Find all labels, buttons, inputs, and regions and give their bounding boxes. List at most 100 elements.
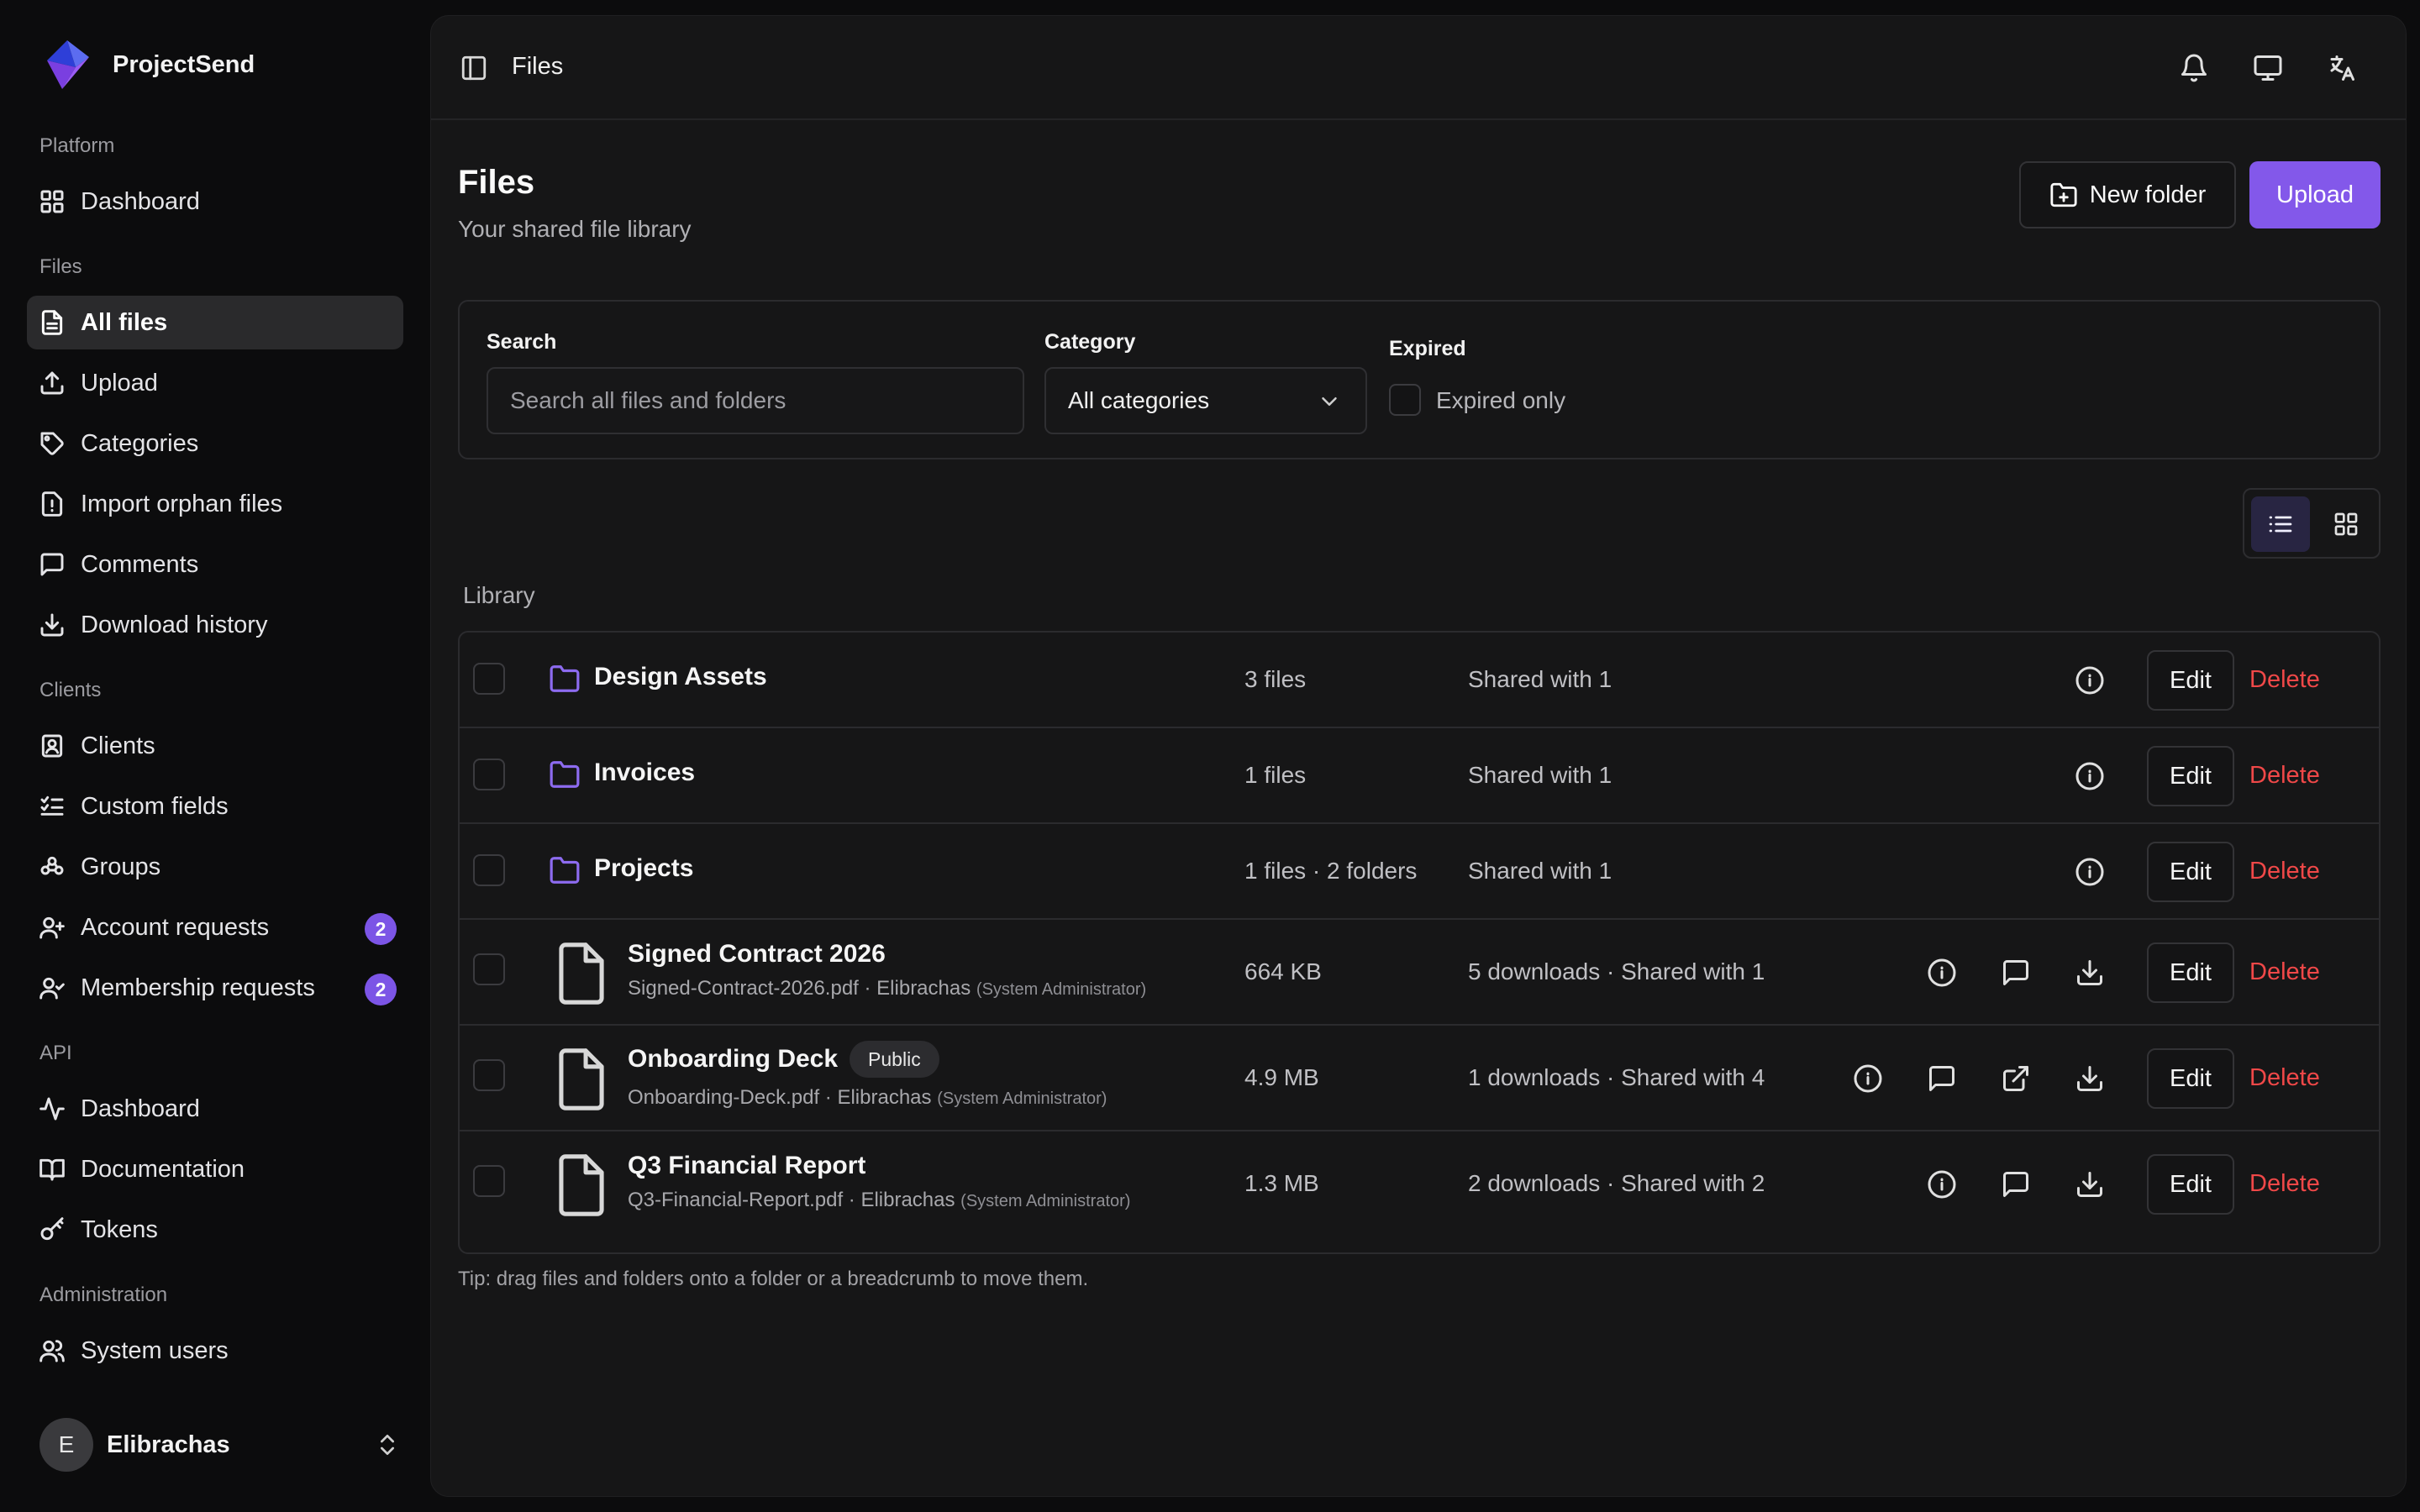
file-title-text: Onboarding Deck: [628, 1045, 839, 1073]
new-folder-label: New folder: [2089, 181, 2207, 208]
table-row[interactable]: Projects 1 files · 2 folders Shared with…: [460, 824, 2379, 920]
delete-button[interactable]: Delete: [2249, 666, 2320, 694]
tags-icon: [40, 432, 64, 455]
row-checkbox[interactable]: [473, 1059, 505, 1091]
edit-button[interactable]: Edit: [2147, 650, 2234, 711]
sidebar-item-custom-fields[interactable]: Custom fields: [27, 780, 403, 833]
sidebar-toggle-icon[interactable]: [460, 54, 488, 82]
category-label: Category: [1044, 330, 1136, 354]
folder-name[interactable]: Invoices: [594, 759, 695, 787]
upload-button[interactable]: Upload: [2249, 161, 2381, 228]
file-filename: Onboarding-Deck.pdf · Elibrachas: [628, 1086, 932, 1109]
file-title[interactable]: Q3 Financial Report: [628, 1152, 865, 1180]
row-checkbox[interactable]: [473, 663, 505, 695]
file-meta: Signed-Contract-2026.pdf · Elibrachas (S…: [628, 977, 1146, 1000]
key-icon: [40, 1217, 64, 1241]
sidebar-item-api-dashboard[interactable]: Dashboard: [27, 1082, 403, 1136]
comment-icon[interactable]: [2001, 1169, 2031, 1200]
folder-shared: Shared with 1: [1468, 762, 1612, 788]
sidebar-item-label: System users: [81, 1336, 229, 1364]
file-title[interactable]: Onboarding Deck Public: [628, 1041, 939, 1078]
row-checkbox[interactable]: [473, 759, 505, 790]
edit-button[interactable]: Edit: [2147, 1154, 2234, 1215]
file-filename: Q3-Financial-Report.pdf · Elibrachas: [628, 1189, 955, 1211]
delete-button[interactable]: Delete: [2249, 858, 2320, 885]
download-icon[interactable]: [2075, 1169, 2105, 1200]
sidebar-item-comments[interactable]: Comments: [27, 538, 403, 591]
table-row[interactable]: Invoices 1 files Shared with 1 Edit Dele…: [460, 728, 2379, 824]
user-menu[interactable]: E Elibrachas: [39, 1418, 401, 1472]
delete-button[interactable]: Delete: [2249, 1170, 2320, 1198]
count-badge: 2: [365, 913, 397, 945]
row-checkbox[interactable]: [473, 854, 505, 886]
info-icon[interactable]: [1853, 1063, 1883, 1094]
folder-name[interactable]: Projects: [594, 854, 693, 883]
file-owner-role: (System Administrator): [976, 980, 1147, 999]
bell-icon[interactable]: [2179, 53, 2209, 83]
edit-button[interactable]: Edit: [2147, 746, 2234, 806]
sidebar-item-clients[interactable]: Clients: [27, 719, 403, 773]
list-view-button[interactable]: [2251, 496, 2310, 552]
category-select[interactable]: All categories: [1044, 367, 1367, 434]
search-input[interactable]: [487, 367, 1024, 434]
sidebar-item-download-history[interactable]: Download history: [27, 598, 403, 652]
sidebar-item-system-users[interactable]: System users: [27, 1324, 403, 1378]
projectsend-logo-icon: [47, 40, 89, 89]
file-title[interactable]: Signed Contract 2026: [628, 940, 886, 969]
folder-plus-icon: [2050, 182, 2077, 207]
sidebar-item-tokens[interactable]: Tokens: [27, 1203, 403, 1257]
sidebar-item-dashboard[interactable]: Dashboard: [27, 175, 403, 228]
file-stats: 5 downloads · Shared with 1: [1468, 958, 1765, 984]
new-folder-button[interactable]: New folder: [2019, 161, 2236, 228]
activity-icon: [39, 1097, 65, 1121]
sidebar-item-documentation[interactable]: Documentation: [27, 1142, 403, 1196]
file-stats: 1 downloads · Shared with 4: [1468, 1064, 1765, 1090]
sidebar-item-account-requests[interactable]: Account requests 2: [27, 900, 403, 954]
info-icon[interactable]: [2075, 665, 2105, 696]
edit-button[interactable]: Edit: [2147, 842, 2234, 902]
sidebar-item-upload[interactable]: Upload: [27, 356, 403, 410]
row-checkbox[interactable]: [473, 953, 505, 985]
info-icon[interactable]: [2075, 761, 2105, 791]
row-checkbox[interactable]: [473, 1165, 505, 1197]
download-icon[interactable]: [2075, 1063, 2105, 1094]
comment-icon[interactable]: [1927, 1063, 1957, 1094]
grid-view-button[interactable]: [2317, 496, 2375, 552]
brand[interactable]: ProjectSend: [42, 39, 255, 91]
info-icon[interactable]: [2075, 857, 2105, 887]
external-link-icon[interactable]: [2001, 1063, 2031, 1094]
sidebar-item-label: Dashboard: [81, 187, 200, 215]
table-row[interactable]: Signed Contract 2026 Signed-Contract-202…: [460, 920, 2379, 1026]
comment-icon[interactable]: [2001, 958, 2031, 988]
expired-label: Expired: [1389, 337, 1466, 360]
document-icon: [559, 1048, 604, 1110]
section-clients: Clients: [39, 679, 102, 701]
download-icon[interactable]: [2075, 958, 2105, 988]
table-row[interactable]: Q3 Financial Report Q3-Financial-Report.…: [460, 1131, 2379, 1252]
breadcrumb[interactable]: Files: [512, 53, 563, 81]
info-icon[interactable]: [1927, 958, 1957, 988]
table-row[interactable]: Design Assets 3 files Shared with 1 Edit…: [460, 633, 2379, 728]
expired-only-checkbox[interactable]: [1389, 384, 1421, 416]
sidebar-item-all-files[interactable]: All files: [27, 296, 403, 349]
sidebar-item-membership-requests[interactable]: Membership requests 2: [27, 961, 403, 1015]
edit-button[interactable]: Edit: [2147, 1048, 2234, 1109]
sidebar-item-import-orphan[interactable]: Import orphan files: [27, 477, 403, 531]
sidebar-item-label: All files: [81, 308, 168, 336]
translate-icon[interactable]: [2327, 53, 2357, 83]
table-row[interactable]: Onboarding Deck Public Onboarding-Deck.p…: [460, 1026, 2379, 1131]
file-meta: Q3-Financial-Report.pdf · Elibrachas (Sy…: [628, 1189, 1130, 1212]
info-icon[interactable]: [1927, 1169, 1957, 1200]
comment-icon: [40, 553, 64, 576]
folder-name[interactable]: Design Assets: [594, 663, 767, 691]
delete-button[interactable]: Delete: [2249, 762, 2320, 790]
delete-button[interactable]: Delete: [2249, 1064, 2320, 1092]
edit-button[interactable]: Edit: [2147, 942, 2234, 1003]
monitor-icon[interactable]: [2253, 53, 2283, 83]
sidebar-item-groups[interactable]: Groups: [27, 840, 403, 894]
upload-icon: [40, 371, 64, 395]
public-badge: Public: [850, 1041, 939, 1078]
delete-button[interactable]: Delete: [2249, 958, 2320, 986]
sidebar-item-categories[interactable]: Categories: [27, 417, 403, 470]
expired-only-label[interactable]: Expired only: [1436, 387, 1565, 414]
